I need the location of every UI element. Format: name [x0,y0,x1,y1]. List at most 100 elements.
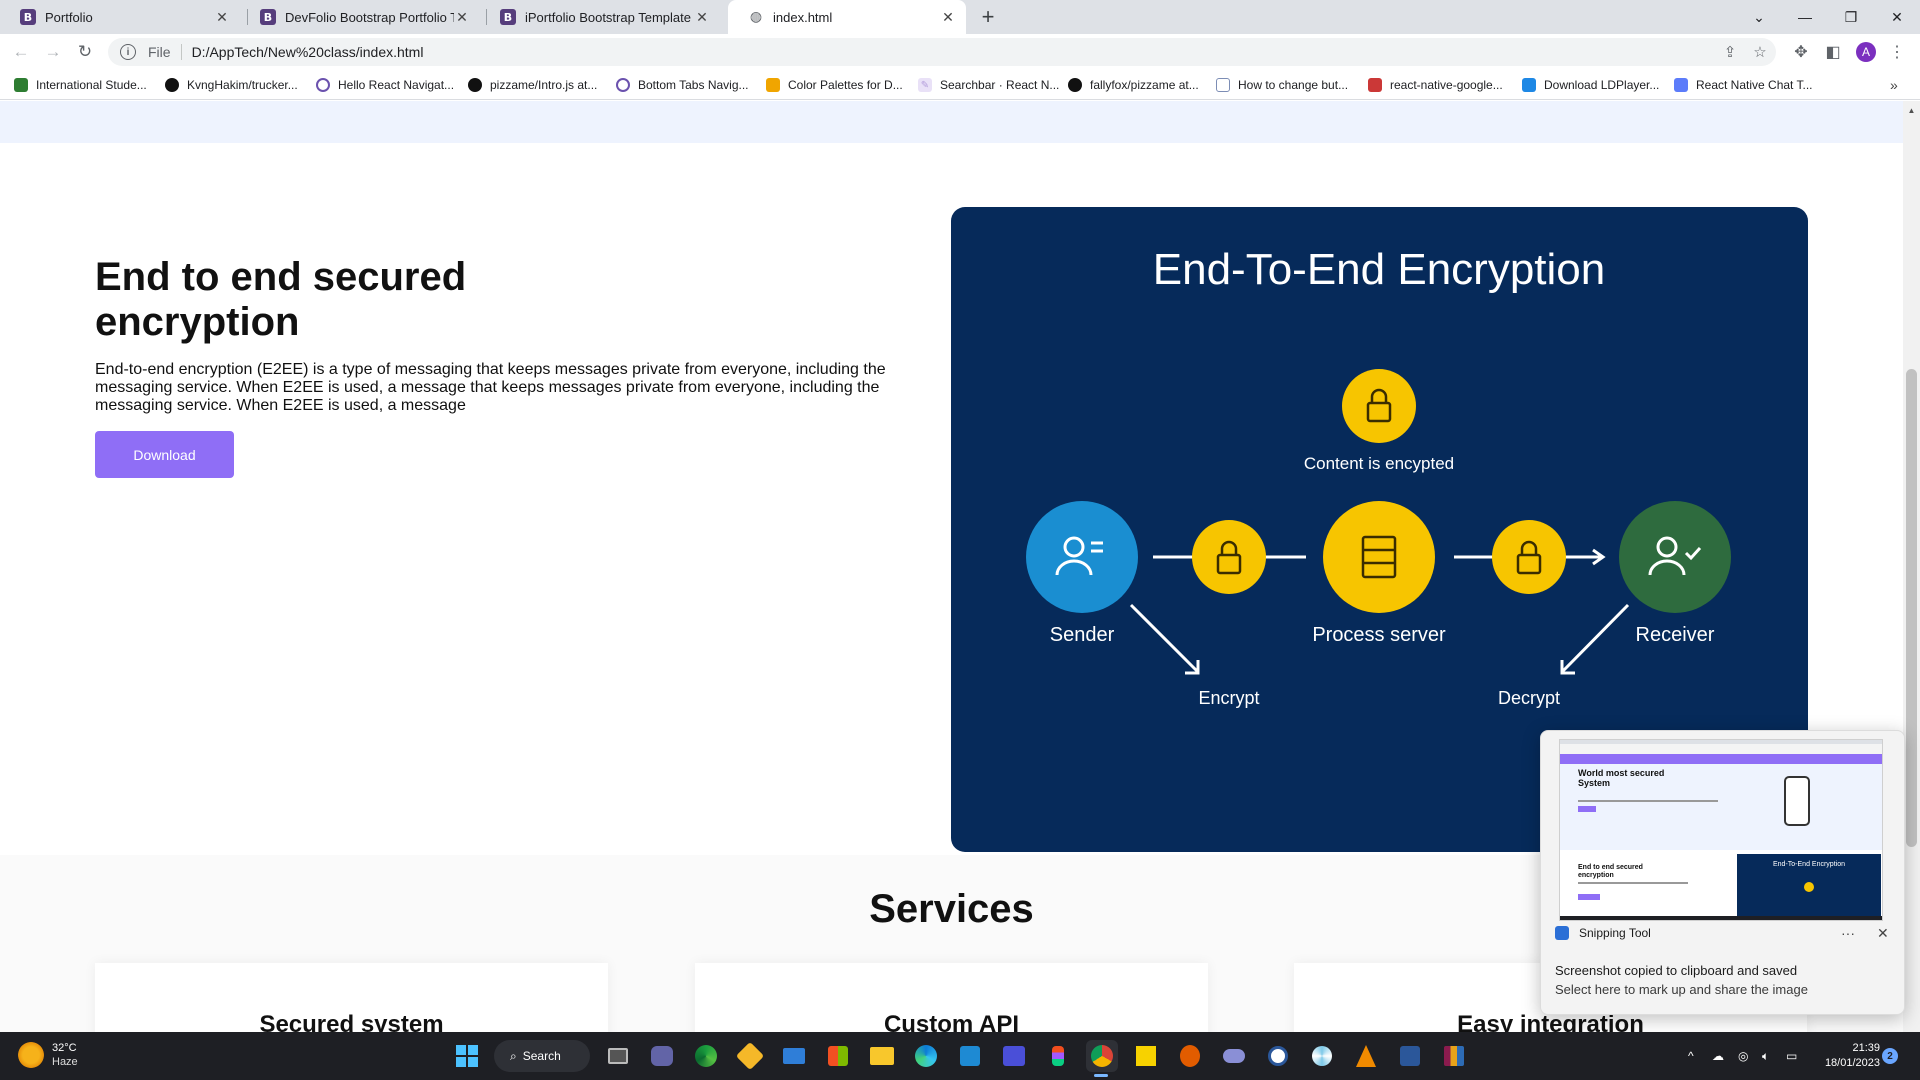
close-tab-icon[interactable]: ✕ [940,9,956,26]
git-kraken-icon[interactable] [734,1040,766,1072]
url-divider [180,44,182,60]
globe-icon: ◍ [749,9,763,25]
bookmark-item[interactable]: Color Palettes for D... [766,76,903,94]
bookmark-label: KvngHakim/trucker... [187,78,298,92]
weather-widget[interactable]: 32°C Haze [18,1041,78,1069]
bookmark-label: Hello React Navigat... [338,78,455,92]
side-panel-icon[interactable]: ◧ [1822,41,1844,63]
onedrive-icon[interactable]: ☁ [1712,1032,1724,1080]
bookmark-item[interactable]: Bottom Tabs Navig... [616,76,749,94]
bookmark-item[interactable]: Download LDPlayer... [1522,76,1659,94]
mail-icon[interactable] [778,1040,810,1072]
hero-title: End to end secured encryption [95,255,467,344]
taskbar-search[interactable]: ⌕ Search [494,1040,590,1072]
back-arrow-icon[interactable]: ← [10,41,32,63]
url-text[interactable]: D:/AppTech/New%20class/index.html [192,44,424,60]
edge-browser-icon[interactable] [910,1040,942,1072]
encrypt-label: Encrypt [1198,688,1259,708]
sticky-notes-icon[interactable] [1130,1040,1162,1072]
service-card-title: Custom API [883,1011,1020,1032]
snipping-tool-icon [1555,926,1569,940]
weather-desc: Haze [52,1056,78,1068]
page-scrollbar[interactable]: ▲ [1903,101,1920,1032]
bookmark-item[interactable]: International Stude... [14,76,147,94]
site-info-icon[interactable]: i [120,44,136,60]
encrypt-lock-circle [1192,520,1266,594]
service-card: Custom API [695,963,1208,1032]
close-tab-icon[interactable]: ✕ [454,9,470,26]
file-explorer-icon[interactable] [866,1040,898,1072]
edge-dev-icon[interactable] [690,1040,722,1072]
vscode-icon[interactable] [954,1040,986,1072]
thumb-lock-dot [1804,882,1814,892]
tab-search-chevron-icon[interactable]: ⌄ [1736,0,1782,34]
scrollbar-thumb[interactable] [1906,369,1917,847]
close-icon[interactable]: ✕ [1877,925,1889,942]
forward-arrow-icon[interactable]: → [42,41,64,63]
new-tab-button[interactable]: + [975,4,1001,30]
previous-section-band [0,101,1903,143]
microsoft-store-icon[interactable] [822,1040,854,1072]
microsoft-word-icon[interactable] [1394,1040,1426,1072]
language-globe-icon[interactable]: ◎ [1738,1032,1748,1080]
tab-title: iPortfolio Bootstrap Template - Ir [525,9,694,25]
vlc-icon[interactable] [1350,1040,1382,1072]
download-button[interactable]: Download [95,431,234,478]
bookmark-item[interactable]: KvngHakim/trucker... [165,76,298,94]
clock-time: 21:39 [1852,1042,1880,1054]
system-clock[interactable]: 21:39 18/01/2023 [1810,1041,1880,1071]
bookmark-item[interactable]: Hello React Navigat... [316,76,454,94]
tab-index-html[interactable]: ◍ index.html ✕ [728,0,966,34]
tab-portfolio[interactable]: B Portfolio ✕ [0,0,240,34]
profile-avatar[interactable]: A [1856,42,1876,62]
battery-icon[interactable]: ▭ [1786,1032,1797,1080]
tab-iportfolio[interactable]: B iPortfolio Bootstrap Template - Ir ✕ [480,0,720,34]
bookmark-item[interactable]: pizzame/Intro.js at... [468,76,597,94]
figma-icon[interactable] [1042,1040,1074,1072]
snipping-tool-notification[interactable]: World most secured System End to end sec… [1540,730,1905,1015]
screenshot-thumbnail[interactable]: World most secured System End to end sec… [1559,739,1883,921]
window-close-button[interactable]: ✕ [1874,0,1920,34]
blender-style-app-icon[interactable] [1174,1040,1206,1072]
bootstrap-favicon-icon: B [260,9,276,25]
toast-app-name: Snipping Tool [1579,926,1651,940]
android-studio-icon[interactable] [998,1040,1030,1072]
npm-icon [1368,78,1382,92]
extensions-puzzle-icon[interactable]: ✥ [1790,41,1812,63]
tab-devfolio[interactable]: B DevFolio Bootstrap Portfolio Tem ✕ [240,0,480,34]
bookmark-item[interactable]: ✎ Searchbar · React N... [918,76,1059,94]
thumb-hero-text [1578,800,1718,802]
notification-badge[interactable]: 2 [1882,1048,1898,1064]
close-tab-icon[interactable]: ✕ [694,9,710,26]
close-tab-icon[interactable]: ✕ [214,9,230,26]
more-bookmarks-icon[interactable]: » [1890,76,1898,94]
address-bar[interactable]: i File D:/AppTech/New%20class/index.html… [108,38,1776,66]
winrar-icon[interactable] [1438,1040,1470,1072]
minimize-button[interactable]: — [1782,0,1828,34]
word-online-icon[interactable] [1262,1040,1294,1072]
pinwheel-app-icon[interactable] [1306,1040,1338,1072]
bookmark-label: fallyfox/pizzame at... [1090,78,1199,92]
bookmark-item[interactable]: How to change but... [1216,76,1348,94]
encrypt-arrow-line [1129,603,1199,673]
terminal-app-icon[interactable] [1218,1040,1250,1072]
browser-menu-icon[interactable]: ⋮ [1886,41,1908,63]
bookmark-item[interactable]: fallyfox/pizzame at... [1068,76,1199,94]
teams-chat-icon[interactable] [646,1040,678,1072]
bootstrap-favicon-icon: B [500,9,516,25]
volume-icon[interactable]: 🔈︎ [1762,1032,1769,1080]
bookmark-item[interactable]: react-native-google... [1368,76,1503,94]
chrome-icon[interactable] [1086,1040,1118,1072]
restore-button[interactable]: ❐ [1828,0,1874,34]
more-options-icon[interactable]: ··· [1841,925,1855,941]
start-menu-windows-icon[interactable] [451,1040,483,1072]
scroll-up-arrow-icon[interactable]: ▲ [1903,103,1920,117]
task-view-icon[interactable] [602,1040,634,1072]
github-icon [468,78,482,92]
service-card-title: Secured system [259,1011,444,1032]
show-hidden-icons-chevron[interactable]: ^ [1688,1032,1694,1080]
reload-icon[interactable]: ↻ [74,41,96,63]
share-icon[interactable]: ⇪ [1718,38,1742,66]
bookmark-item[interactable]: React Native Chat T... [1674,76,1813,94]
bookmark-star-icon[interactable]: ☆ [1748,38,1772,66]
